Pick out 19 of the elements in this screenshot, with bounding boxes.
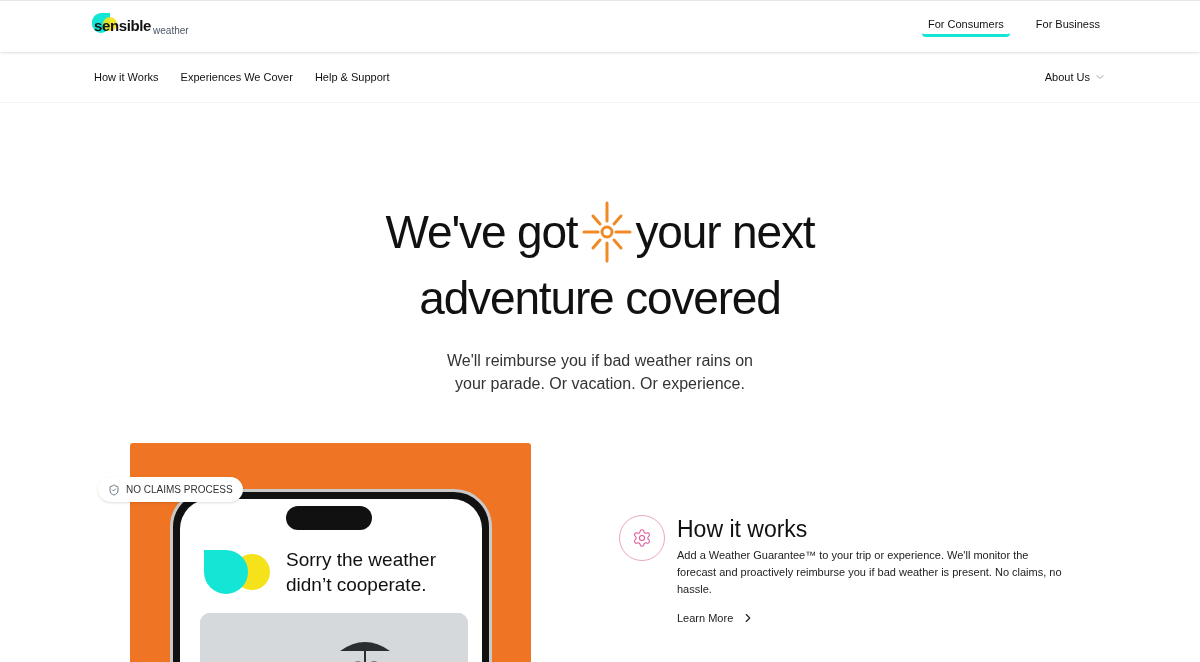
- feature-title: How it works: [677, 515, 809, 543]
- audience-tab[interactable]: For Business: [1029, 15, 1106, 38]
- headline-text: We've got: [385, 205, 578, 260]
- hero-subtitle: We'll reimburse you if bad weather rains on your parade. Or vacation. Or experience.: [446, 351, 754, 394]
- headline-text: adventure covered: [419, 271, 781, 326]
- shield-check-icon: [108, 483, 120, 496]
- nav-link[interactable]: Experiences We Cover: [180, 68, 293, 86]
- audience-tab[interactable]: For Consumers: [922, 15, 1010, 38]
- logo-icon: [202, 548, 272, 596]
- learn-more-link[interactable]: Learn More: [677, 610, 1067, 627]
- about-us-menu[interactable]: About Us: [1044, 68, 1106, 86]
- no-claims-badge: NO CLAIMS PROCESS: [98, 477, 243, 502]
- phone-message: Sorry the weather didn’t cooperate.: [286, 548, 437, 597]
- nav-link[interactable]: Help & Support: [314, 68, 390, 86]
- nav-link[interactable]: How it Works: [94, 68, 159, 86]
- sun-icon: [581, 201, 632, 263]
- headline-text: your next: [635, 205, 815, 260]
- gear-icon: [632, 528, 652, 548]
- feature-description: Add a Weather Guarantee™ to your trip or experience. We'll monitor the forecast and proactively reimburse you if bad weather is present. No claims, no hassle.: [677, 548, 1063, 597]
